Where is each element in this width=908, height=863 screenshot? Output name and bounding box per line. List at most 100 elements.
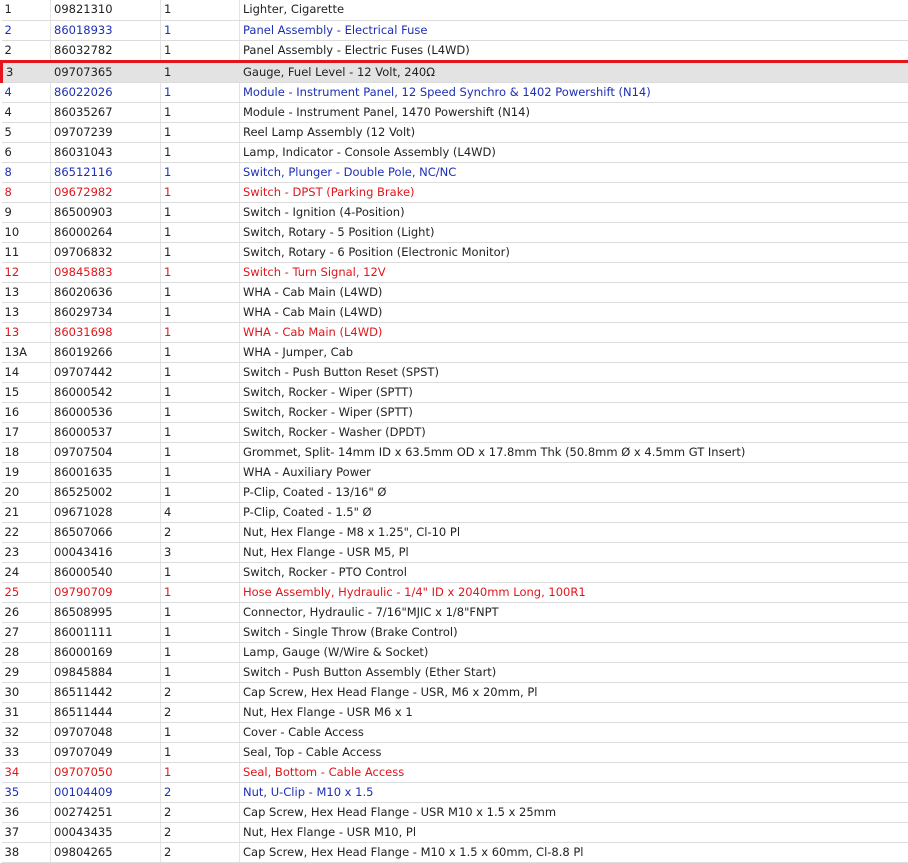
table-row[interactable]: 37 00043435 2 Nut, Hex Flange - USR M10,… [2,822,908,842]
ref-number-cell: 3 [2,61,51,82]
table-row[interactable]: 26 86508995 1 Connector, Hydraulic - 7/1… [2,602,908,622]
part-number-cell: 09671028 [51,502,161,522]
quantity-cell: 1 [161,102,240,122]
table-row[interactable]: 15 86000542 1 Switch, Rocker - Wiper (SP… [2,382,908,402]
table-row[interactable]: 19 86001635 1 WHA - Auxiliary Power [2,462,908,482]
description-cell: Switch, Rocker - Wiper (SPTT) [240,382,908,402]
table-row[interactable]: 30 86511442 2 Cap Screw, Hex Head Flange… [2,682,908,702]
table-row[interactable]: 4 86022026 1 Module - Instrument Panel, … [2,82,908,102]
table-row[interactable]: 31 86511444 2 Nut, Hex Flange - USR M6 x… [2,702,908,722]
table-row[interactable]: 35 00104409 2 Nut, U-Clip - M10 x 1.5 [2,782,908,802]
ref-number-cell: 20 [2,482,51,502]
part-number-cell: 09845884 [51,662,161,682]
part-number-cell: 09804265 [51,842,161,862]
quantity-cell: 2 [161,802,240,822]
part-number-cell: 09707049 [51,742,161,762]
table-row[interactable]: 38 09804265 2 Cap Screw, Hex Head Flange… [2,842,908,862]
quantity-cell: 1 [161,622,240,642]
part-number-cell: 09845883 [51,262,161,282]
description-cell: Switch, Rocker - Washer (DPDT) [240,422,908,442]
ref-number-cell: 8 [2,182,51,202]
table-row[interactable]: 25 09790709 1 Hose Assembly, Hydraulic -… [2,582,908,602]
table-row[interactable]: 16 86000536 1 Switch, Rocker - Wiper (SP… [2,402,908,422]
description-cell: Switch, Rotary - 6 Position (Electronic … [240,242,908,262]
part-number-cell: 86000537 [51,422,161,442]
ref-number-cell: 2 [2,20,51,40]
table-row[interactable]: 4 86035267 1 Module - Instrument Panel, … [2,102,908,122]
quantity-cell: 1 [161,122,240,142]
description-cell: Panel Assembly - Electrical Fuse [240,20,908,40]
quantity-cell: 1 [161,342,240,362]
table-row[interactable]: 23 00043416 3 Nut, Hex Flange - USR M5, … [2,542,908,562]
table-row[interactable]: 21 09671028 4 P-Clip, Coated - 1.5" Ø [2,502,908,522]
ref-number-cell: 2 [2,40,51,61]
table-row[interactable]: 5 09707239 1 Reel Lamp Assembly (12 Volt… [2,122,908,142]
quantity-cell: 1 [161,562,240,582]
ref-number-cell: 13A [2,342,51,362]
table-row[interactable]: 13 86029734 1 WHA - Cab Main (L4WD) [2,302,908,322]
table-row[interactable]: 12 09845883 1 Switch - Turn Signal, 12V [2,262,908,282]
ref-number-cell: 9 [2,202,51,222]
table-row[interactable]: 33 09707049 1 Seal, Top - Cable Access [2,742,908,762]
table-row[interactable]: 9 86500903 1 Switch - Ignition (4-Positi… [2,202,908,222]
ref-number-cell: 21 [2,502,51,522]
description-cell: WHA - Cab Main (L4WD) [240,282,908,302]
description-cell: Seal, Bottom - Cable Access [240,762,908,782]
table-row[interactable]: 36 00274251 2 Cap Screw, Hex Head Flange… [2,802,908,822]
part-number-cell: 86000264 [51,222,161,242]
table-row[interactable]: 13A 86019266 1 WHA - Jumper, Cab [2,342,908,362]
table-row[interactable]: 8 09672982 1 Switch - DPST (Parking Brak… [2,182,908,202]
table-row[interactable]: 2 86018933 1 Panel Assembly - Electrical… [2,20,908,40]
description-cell: Switch - DPST (Parking Brake) [240,182,908,202]
table-row[interactable]: 27 86001111 1 Switch - Single Throw (Bra… [2,622,908,642]
quantity-cell: 2 [161,782,240,802]
table-row[interactable]: 22 86507066 2 Nut, Hex Flange - M8 x 1.2… [2,522,908,542]
description-cell: Nut, Hex Flange - USR M5, Pl [240,542,908,562]
table-row[interactable]: 18 09707504 1 Grommet, Split- 14mm ID x … [2,442,908,462]
parts-list-body: 1 09821310 1 Lighter, Cigarette 2 860189… [2,0,908,862]
table-row[interactable]: 34 09707050 1 Seal, Bottom - Cable Acces… [2,762,908,782]
ref-number-cell: 27 [2,622,51,642]
quantity-cell: 1 [161,362,240,382]
ref-number-cell: 24 [2,562,51,582]
table-row[interactable]: 8 86512116 1 Switch, Plunger - Double Po… [2,162,908,182]
table-row[interactable]: 13 86020636 1 WHA - Cab Main (L4WD) [2,282,908,302]
quantity-cell: 2 [161,822,240,842]
quantity-cell: 1 [161,402,240,422]
quantity-cell: 1 [161,202,240,222]
quantity-cell: 1 [161,242,240,262]
ref-number-cell: 1 [2,0,51,20]
ref-number-cell: 14 [2,362,51,382]
ref-number-cell: 25 [2,582,51,602]
description-cell: Nut, Hex Flange - M8 x 1.25", Cl-10 Pl [240,522,908,542]
part-number-cell: 09707239 [51,122,161,142]
quantity-cell: 1 [161,61,240,82]
ref-number-cell: 18 [2,442,51,462]
part-number-cell: 86031043 [51,142,161,162]
table-row[interactable]: 2 86032782 1 Panel Assembly - Electric F… [2,40,908,61]
ref-number-cell: 13 [2,302,51,322]
table-row[interactable]: 20 86525002 1 P-Clip, Coated - 13/16" Ø [2,482,908,502]
table-row[interactable]: 6 86031043 1 Lamp, Indicator - Console A… [2,142,908,162]
table-row[interactable]: 28 86000169 1 Lamp, Gauge (W/Wire & Sock… [2,642,908,662]
description-cell: Switch - Push Button Assembly (Ether Sta… [240,662,908,682]
table-row[interactable]: 24 86000540 1 Switch, Rocker - PTO Contr… [2,562,908,582]
ref-number-cell: 13 [2,322,51,342]
table-row[interactable]: 32 09707048 1 Cover - Cable Access [2,722,908,742]
table-row-selected[interactable]: 3 09707365 1 Gauge, Fuel Level - 12 Volt… [2,61,908,82]
table-row[interactable]: 14 09707442 1 Switch - Push Button Reset… [2,362,908,382]
table-row[interactable]: 1 09821310 1 Lighter, Cigarette [2,0,908,20]
description-cell: Nut, Hex Flange - USR M10, Pl [240,822,908,842]
quantity-cell: 2 [161,682,240,702]
part-number-cell: 86019266 [51,342,161,362]
table-row[interactable]: 17 86000537 1 Switch, Rocker - Washer (D… [2,422,908,442]
table-row[interactable]: 29 09845884 1 Switch - Push Button Assem… [2,662,908,682]
table-row[interactable]: 11 09706832 1 Switch, Rotary - 6 Positio… [2,242,908,262]
parts-list-table: 1 09821310 1 Lighter, Cigarette 2 860189… [0,0,908,863]
table-row[interactable]: 13 86031698 1 WHA - Cab Main (L4WD) [2,322,908,342]
description-cell: Nut, Hex Flange - USR M6 x 1 [240,702,908,722]
quantity-cell: 1 [161,82,240,102]
table-row[interactable]: 10 86000264 1 Switch, Rotary - 5 Positio… [2,222,908,242]
quantity-cell: 1 [161,142,240,162]
ref-number-cell: 33 [2,742,51,762]
